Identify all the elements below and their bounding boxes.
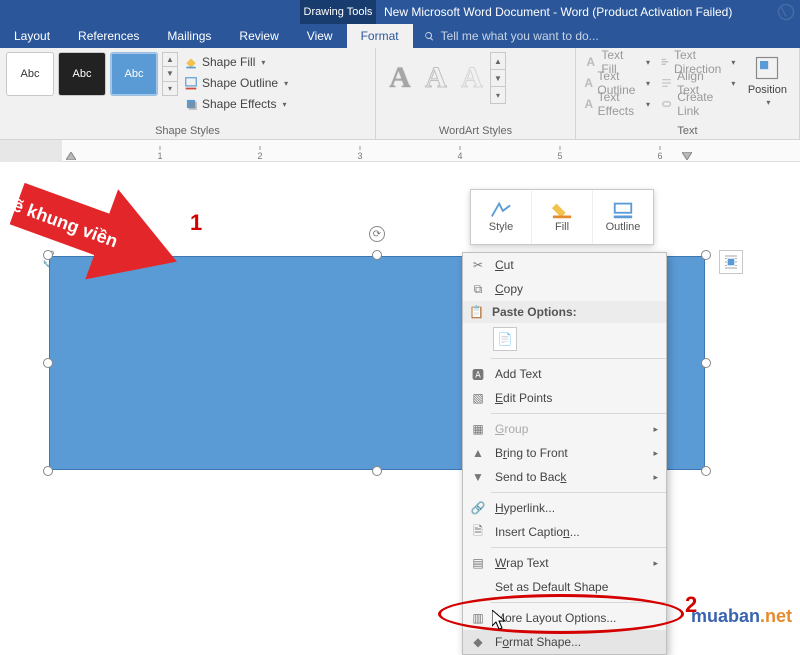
- watermark: muaban.net: [691, 606, 792, 627]
- app-logo-icon: [772, 0, 800, 24]
- menu-copy[interactable]: ⧉ Copy: [463, 277, 666, 301]
- edit-points-icon: ▧: [469, 389, 487, 407]
- menu-add-text[interactable]: 🅰 Add Text: [463, 362, 666, 386]
- group-icon: ▦: [469, 420, 487, 438]
- menu-send-to-back[interactable]: ▼ Send to Back▸: [463, 465, 666, 489]
- tab-view[interactable]: View: [293, 24, 347, 48]
- wordart-thumb-2[interactable]: A: [418, 52, 454, 104]
- resize-handle-w[interactable]: [43, 358, 53, 368]
- document-canvas[interactable]: ⚓ Style Fill Outline ⟳: [0, 164, 800, 633]
- caption-icon: 🗎: [469, 523, 487, 541]
- ribbon: Abc Abc Abc ▲▼▾ Shape Fill▾ Shape Outlin…: [0, 48, 800, 140]
- group-wordart: A A A ▲▼▾ WordArt Styles: [376, 48, 576, 139]
- paste-option-icon[interactable]: 📄: [493, 327, 517, 351]
- wordart-gallery-nav[interactable]: ▲▼▾: [490, 52, 506, 104]
- mini-fill-button[interactable]: Fill: [532, 190, 593, 244]
- ribbon-tabs: Layout References Mailings Review View F…: [0, 24, 800, 48]
- resize-handle-ne[interactable]: [701, 250, 711, 260]
- menu-set-default-shape[interactable]: Set as Default Shape: [463, 575, 666, 599]
- menu-cut[interactable]: ✂ Cut: [463, 253, 666, 277]
- menu-edit-points[interactable]: ▧ Edit Points: [463, 386, 666, 410]
- shape-style-thumb-1[interactable]: Abc: [6, 52, 54, 96]
- resize-handle-se[interactable]: [701, 466, 711, 476]
- group-label-text: Text: [582, 123, 793, 137]
- resize-handle-e[interactable]: [701, 358, 711, 368]
- send-back-icon: ▼: [469, 468, 487, 486]
- wrap-text-icon: ▤: [469, 554, 487, 572]
- mini-toolbar: Style Fill Outline: [470, 189, 654, 245]
- shape-style-gallery[interactable]: Abc Abc Abc ▲▼▾: [6, 52, 178, 96]
- group-text-options: AText Fill▾ AText Outline▾ AText Effects…: [576, 48, 800, 139]
- tab-references[interactable]: References: [64, 24, 153, 48]
- shape-style-thumb-3[interactable]: Abc: [110, 52, 158, 96]
- text-effects-button[interactable]: AText Effects▾: [584, 94, 650, 114]
- copy-icon: ⧉: [469, 280, 487, 298]
- layout-options-chip[interactable]: [719, 250, 743, 274]
- cursor-icon: [492, 610, 506, 630]
- menu-insert-caption[interactable]: 🗎 Insert Caption...: [463, 520, 666, 544]
- group-label-shape-styles: Shape Styles: [6, 123, 369, 137]
- shape-style-gallery-nav[interactable]: ▲▼▾: [162, 52, 178, 96]
- resize-handle-nw[interactable]: [43, 250, 53, 260]
- document-title: New Microsoft Word Document - Word (Prod…: [376, 0, 772, 24]
- horizontal-ruler[interactable]: 1 2 3 4 5 6: [0, 140, 800, 162]
- position-button[interactable]: Position▾: [743, 52, 791, 109]
- rotate-handle[interactable]: ⟳: [369, 226, 385, 242]
- title-bar: Drawing Tools New Microsoft Word Documen…: [0, 0, 800, 24]
- drawing-tools-tab[interactable]: Drawing Tools: [300, 0, 376, 24]
- mini-outline-button[interactable]: Outline: [593, 190, 653, 244]
- resize-handle-sw[interactable]: [43, 466, 53, 476]
- menu-wrap-text[interactable]: ▤ Wrap Text▸: [463, 551, 666, 575]
- tab-review[interactable]: Review: [225, 24, 292, 48]
- paste-icon: 📋: [469, 305, 484, 319]
- wordart-thumb-3[interactable]: A: [454, 52, 490, 104]
- tab-layout[interactable]: Layout: [0, 24, 64, 48]
- tell-me-placeholder: Tell me what you want to do...: [441, 29, 599, 43]
- add-text-icon: 🅰: [469, 365, 487, 383]
- tell-me-input[interactable]: Tell me what you want to do...: [413, 24, 800, 48]
- layout-icon: ▥: [469, 609, 487, 627]
- menu-hyperlink[interactable]: 🔗 Hyperlink...: [463, 496, 666, 520]
- annotation-number-1: 1: [190, 210, 202, 236]
- tab-format[interactable]: Format: [347, 24, 413, 48]
- resize-handle-n[interactable]: [372, 250, 382, 260]
- mini-style-button[interactable]: Style: [471, 190, 532, 244]
- group-label-wordart: WordArt Styles: [382, 123, 569, 137]
- shape-outline-button[interactable]: Shape Outline▾: [184, 73, 288, 93]
- menu-bring-to-front[interactable]: ▲ Bring to Front▸: [463, 441, 666, 465]
- wrap-text-button[interactable]: Wrap Text: [795, 52, 800, 109]
- svg-text:Vẽ khung viền: Vẽ khung viền: [10, 191, 120, 252]
- format-shape-icon: ◆: [469, 633, 487, 651]
- link-icon: 🔗: [469, 499, 487, 517]
- cut-icon: ✂: [469, 256, 487, 274]
- tab-mailings[interactable]: Mailings: [153, 24, 225, 48]
- shape-fill-button[interactable]: Shape Fill▾: [184, 52, 288, 72]
- menu-paste-options: 📋 Paste Options:: [463, 301, 666, 323]
- resize-handle-s[interactable]: [372, 466, 382, 476]
- wordart-thumb-1[interactable]: A: [382, 52, 418, 104]
- shape-style-thumb-2[interactable]: Abc: [58, 52, 106, 96]
- menu-format-shape[interactable]: ◆ Format Shape...: [463, 630, 666, 654]
- context-menu: ✂ Cut ⧉ Copy 📋 Paste Options: 📄 🅰 Add Te…: [462, 252, 667, 655]
- menu-group: ▦ Group▸: [463, 417, 666, 441]
- create-link-button[interactable]: Create Link: [660, 94, 735, 114]
- group-shape-styles: Abc Abc Abc ▲▼▾ Shape Fill▾ Shape Outlin…: [0, 48, 376, 139]
- shape-effects-button[interactable]: Shape Effects▾: [184, 94, 288, 114]
- bring-front-icon: ▲: [469, 444, 487, 462]
